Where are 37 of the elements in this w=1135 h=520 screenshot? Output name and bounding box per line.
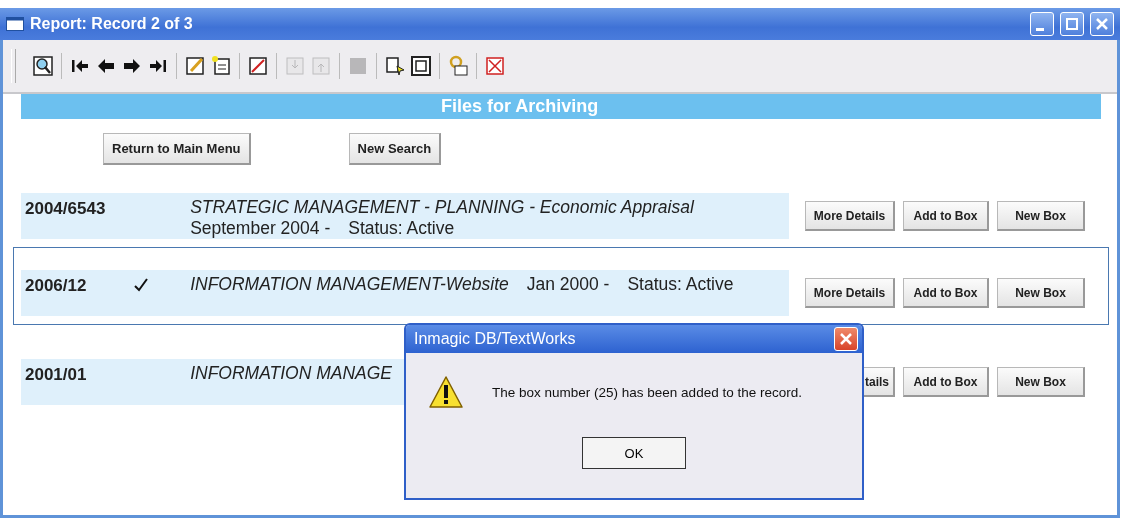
record-button[interactable]: Add to Box [903, 201, 989, 231]
magnifier-icon[interactable] [30, 53, 56, 79]
window-icon [6, 17, 24, 31]
section-header: Files for Archiving [21, 94, 1101, 119]
record-button[interactable]: New Box [997, 201, 1085, 231]
record-button[interactable]: Add to Box [903, 278, 989, 308]
dialog-close-button[interactable] [834, 327, 858, 351]
close-button[interactable] [1090, 12, 1114, 36]
record-button[interactable]: More Details [805, 278, 895, 308]
frame-icon[interactable] [408, 53, 434, 79]
dialog-message: The box number (25) has been added to the record. [492, 384, 802, 400]
record-button[interactable]: New Box [997, 367, 1085, 397]
record-number: 2006/12 [24, 275, 88, 296]
record-date: Jan 2000 - [526, 274, 610, 295]
minimize-icon [1036, 27, 1044, 31]
record-button[interactable]: Add to Box [903, 367, 989, 397]
record-title: INFORMATION MANAGE [190, 363, 393, 384]
maximize-button[interactable] [1060, 12, 1084, 36]
close-icon [1096, 18, 1108, 30]
record-date: September 2004 - [190, 218, 331, 239]
record-title: INFORMATION MANAGEMENT-Website [190, 274, 509, 295]
record-status: Status: Active [627, 274, 734, 295]
record-button[interactable]: More Details [805, 201, 895, 231]
maximize-icon [1066, 18, 1078, 30]
record-number: 2004/6543 [24, 198, 107, 219]
minimize-button[interactable] [1030, 12, 1054, 36]
warning-icon [428, 375, 464, 409]
ok-button[interactable]: OK [582, 437, 686, 469]
record-title: STRATEGIC MANAGEMENT - PLANNING - Economic Appraisal [190, 197, 694, 218]
close-icon [840, 333, 852, 345]
dialog-title: Inmagic DB/TextWorks [414, 330, 577, 348]
record-button[interactable]: New Box [997, 278, 1085, 308]
record-status: Status: Active [348, 218, 455, 239]
record-number: 2001/01 [24, 364, 88, 385]
nav-button[interactable]: Return to Main Menu [103, 133, 251, 165]
window-title: Report: Record 2 of 3 [30, 15, 194, 33]
nav-button[interactable]: New Search [348, 133, 442, 165]
